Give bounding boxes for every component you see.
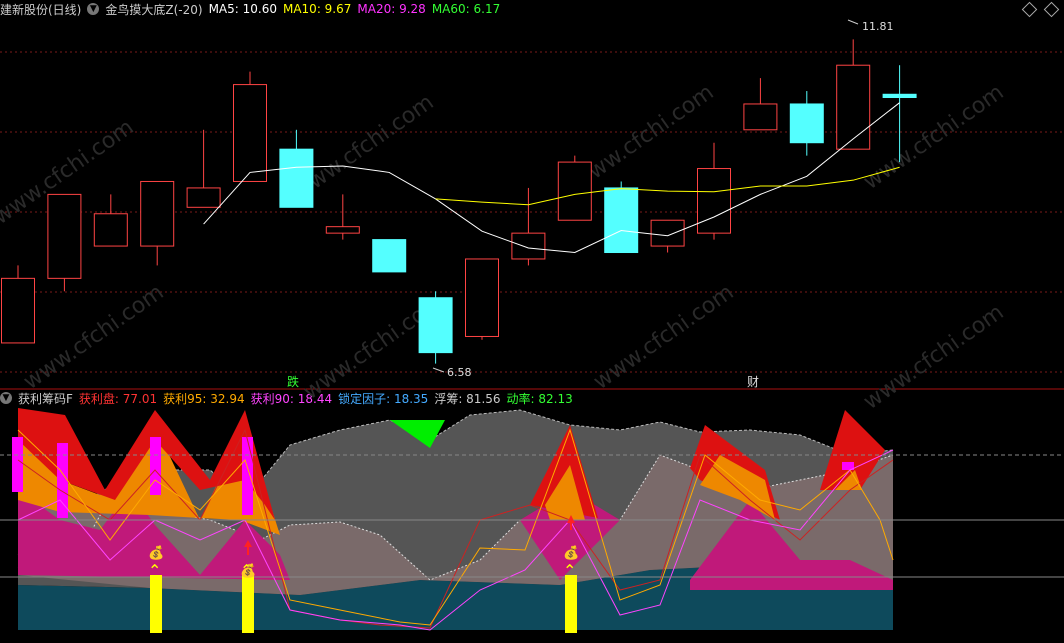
svg-text:www.cfchi.com: www.cfchi.com: [19, 280, 168, 395]
candle-body: [279, 148, 314, 208]
high-price-label: 11.81: [862, 20, 894, 33]
candle[interactable]: [186, 129, 221, 208]
candle-body: [418, 297, 453, 354]
candle-body: [465, 258, 499, 337]
profit-chip-indicator: ⌃ ⌃ ⌃ 💰 💰 💰: [0, 408, 1064, 633]
high-price-marker: 11.81: [847, 19, 894, 33]
svg-text:www.cfchi.com: www.cfchi.com: [859, 300, 1008, 415]
candle[interactable]: [465, 258, 499, 340]
candle-body: [186, 187, 221, 208]
svg-text:💰: 💰: [240, 563, 256, 579]
candle-body: [47, 193, 82, 279]
candle-body: [697, 168, 731, 234]
candle-body: [557, 161, 592, 221]
chart-canvas[interactable]: www.cfchi.com www.cfchi.com www.cfchi.co…: [0, 0, 1064, 643]
candle[interactable]: [47, 193, 82, 292]
candle-body: [140, 180, 175, 247]
candle-body: [1, 277, 35, 344]
candle[interactable]: [743, 78, 778, 131]
candle-body: [93, 213, 128, 247]
svg-text:💰: 💰: [148, 545, 164, 561]
svg-text:www.cfchi.com: www.cfchi.com: [589, 280, 738, 395]
svg-text:💰: 💰: [563, 545, 579, 561]
candle[interactable]: [650, 219, 685, 253]
candle-body: [325, 226, 360, 234]
svg-text:www.cfchi.com: www.cfchi.com: [859, 80, 1008, 195]
candle[interactable]: [604, 181, 639, 254]
candle-body: [789, 103, 824, 144]
candle[interactable]: [836, 39, 871, 150]
candle[interactable]: [418, 291, 453, 364]
candle-body: [233, 84, 267, 182]
ma10-line: [435, 166, 900, 206]
candle[interactable]: [325, 194, 360, 240]
candle-body: [882, 93, 917, 99]
tag-die: 跌: [287, 374, 299, 389]
candle-body: [372, 239, 407, 273]
candle-body: [650, 219, 685, 247]
tag-cai: 财: [747, 375, 759, 389]
candle-body: [836, 64, 871, 150]
low-price-label: 6.58: [447, 366, 472, 379]
candle-body: [743, 103, 778, 131]
candle[interactable]: [557, 155, 592, 221]
candle[interactable]: [789, 91, 824, 156]
candle[interactable]: [140, 180, 175, 266]
candle[interactable]: [233, 71, 267, 182]
candle-body: [511, 232, 546, 260]
svg-text:⌃: ⌃: [148, 561, 161, 580]
low-price-marker: 6.58: [432, 366, 472, 379]
candle-body: [604, 187, 639, 254]
candle[interactable]: [1, 265, 35, 344]
candle[interactable]: [372, 239, 407, 273]
candle[interactable]: [93, 194, 128, 247]
candle[interactable]: [511, 187, 546, 266]
svg-text:⌃: ⌃: [563, 561, 576, 580]
